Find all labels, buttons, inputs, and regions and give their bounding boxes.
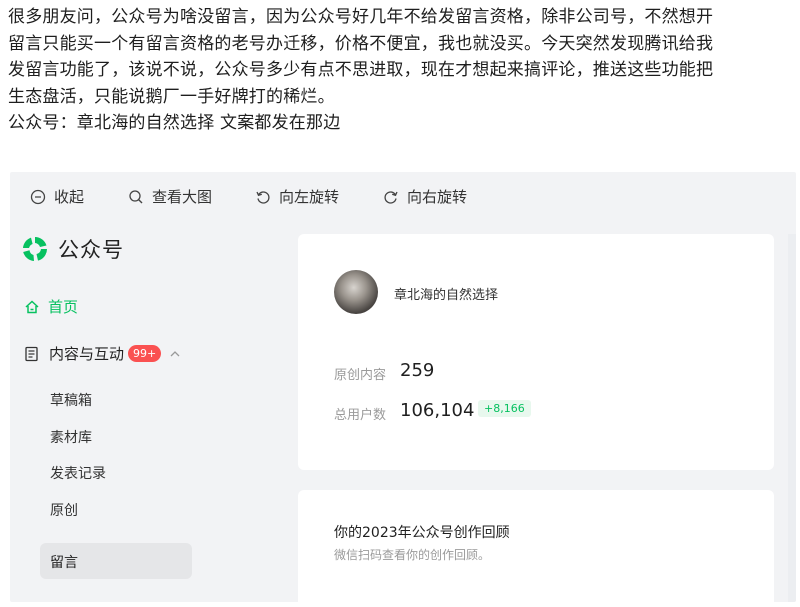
review-title: 你的2023年公众号创作回顾 [334, 525, 510, 541]
rotate-right-label: 向右旋转 [407, 188, 468, 206]
view-large-button[interactable]: 查看大图 [128, 186, 212, 207]
logo-text: 公众号 [58, 238, 124, 262]
image-viewer-toolbar: 收起 查看大图 向左旋转 向右旋转 [10, 172, 796, 218]
right-panel-edge [788, 234, 796, 602]
account-name: 章北海的自然选择 [394, 288, 499, 303]
sidebar-item-publish-records[interactable]: 发表记录 [50, 463, 106, 483]
notification-badge: 99+ [128, 345, 162, 362]
sidebar-item-label: 留言 [50, 555, 78, 571]
annual-review-card[interactable]: 你的2023年公众号创作回顾 微信扫码查看你的创作回顾。 [298, 490, 774, 602]
collapse-label: 收起 [54, 188, 85, 206]
post-line: 留言只能买一个有留言资格的老号办迁移，价格不便宜，我也就没买。今天突然发现腾讯给… [8, 33, 714, 54]
document-icon [25, 346, 38, 361]
post-text: 很多朋友问，公众号为啥没留言，因为公众号好几年不给发留言资格，除非公司号，不然想… [8, 4, 794, 137]
screenshot-image: 收起 查看大图 向左旋转 向右旋转 公众号 首页 内容与互动 99+ 草稿箱 素… [10, 172, 796, 602]
post-line: 发留言功能了，该说不说，公众号多少有点不思进取，现在才想起来搞评论，推送这些功能… [8, 60, 714, 80]
collapse-button[interactable]: 收起 [30, 186, 84, 207]
sidebar-item-label: 内容与互动 [49, 345, 125, 363]
original-content-value: 259 [400, 360, 435, 381]
rotate-left-label: 向左旋转 [279, 188, 340, 206]
sidebar-item-label: 首页 [48, 298, 79, 316]
account-overview-card: 章北海的自然选择 原创内容 259 总用户数 106,104 +8,166 [298, 234, 774, 470]
sidebar-item-drafts[interactable]: 草稿箱 [50, 390, 92, 410]
sidebar-item-home[interactable]: 首页 [24, 296, 78, 317]
sidebar-item-materials[interactable]: 素材库 [50, 427, 92, 447]
rotate-right-button[interactable]: 向右旋转 [383, 186, 467, 207]
rotate-left-icon [256, 190, 270, 204]
review-subtitle: 微信扫码查看你的创作回顾。 [334, 548, 491, 562]
sidebar-item-original[interactable]: 原创 [50, 500, 78, 520]
post-line: 生态盘活，只能说鹅厂一手好牌打的稀烂。 [8, 86, 335, 107]
original-content-label: 原创内容 [334, 368, 387, 383]
chevron-up-icon[interactable] [169, 348, 181, 360]
total-users-label: 总用户数 [334, 408, 387, 423]
post-line: 很多朋友问，公众号为啥没留言，因为公众号好几年不给发留言资格，除非公司号，不然想… [8, 7, 714, 27]
sidebar-item-content-interaction[interactable]: 内容与互动 99+ [24, 343, 191, 364]
users-delta-badge: +8,166 [478, 400, 531, 417]
total-users-value: 106,104 [400, 400, 475, 421]
view-large-label: 查看大图 [152, 188, 213, 206]
rotate-left-button[interactable]: 向左旋转 [255, 186, 339, 207]
app-logo: 公众号 [20, 234, 124, 264]
official-account-logo-icon [23, 236, 47, 261]
rotate-right-icon [384, 190, 398, 204]
home-icon [25, 299, 39, 313]
post-line: 公众号：章北海的自然选择 文案都发在那边 [8, 113, 341, 133]
search-icon [129, 189, 143, 203]
sidebar-item-comments[interactable]: 留言 [40, 543, 192, 579]
avatar[interactable] [334, 270, 378, 314]
collapse-icon [30, 189, 46, 204]
